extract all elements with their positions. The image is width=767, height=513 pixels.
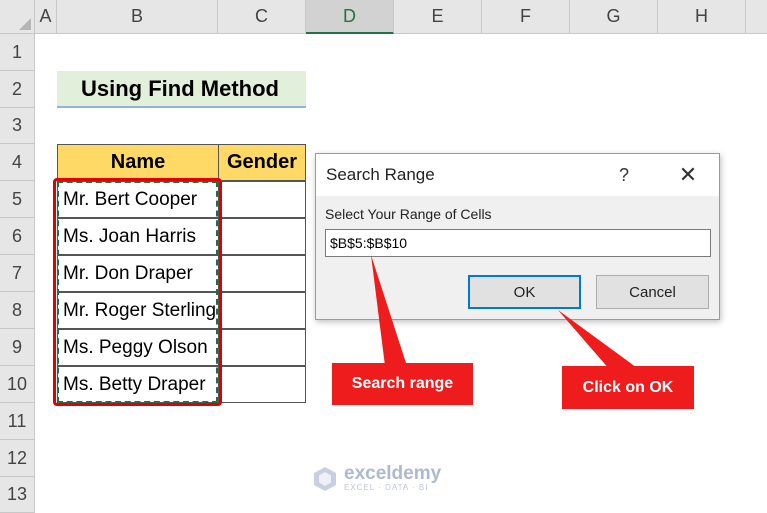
row-header-12[interactable]: 12 bbox=[0, 440, 35, 477]
row-header-5[interactable]: 5 bbox=[0, 181, 35, 218]
table-header-name[interactable]: Name bbox=[57, 144, 219, 181]
row-header-4[interactable]: 4 bbox=[0, 144, 35, 181]
gender-cell[interactable] bbox=[218, 255, 306, 292]
click-ok-callout: Click on OK bbox=[562, 366, 694, 409]
column-header-g[interactable]: G bbox=[570, 0, 658, 34]
column-header-h[interactable]: H bbox=[658, 0, 746, 34]
column-header-a[interactable]: A bbox=[35, 0, 57, 34]
table-header-gender[interactable]: Gender bbox=[218, 144, 306, 181]
row-header-1[interactable]: 1 bbox=[0, 34, 35, 71]
exceldemy-logo-icon bbox=[314, 466, 336, 491]
row-header-2[interactable]: 2 bbox=[0, 71, 35, 108]
row-header-11[interactable]: 11 bbox=[0, 403, 35, 440]
watermark-tagline: EXCEL · DATA · BI bbox=[344, 483, 429, 492]
column-header-d[interactable]: D bbox=[306, 0, 394, 34]
column-header-c[interactable]: C bbox=[218, 0, 306, 34]
column-header-e[interactable]: E bbox=[394, 0, 482, 34]
row-header-8[interactable]: 8 bbox=[0, 292, 35, 329]
row-header-3[interactable]: 3 bbox=[0, 108, 35, 144]
sheet-title-cell[interactable]: Using Find Method bbox=[57, 71, 306, 108]
exceldemy-watermark: exceldemy EXCEL · DATA · BI bbox=[312, 463, 442, 492]
help-icon[interactable]: ? bbox=[614, 154, 634, 196]
column-header-b[interactable]: B bbox=[57, 0, 218, 34]
gender-cell[interactable] bbox=[218, 181, 306, 218]
gender-cell[interactable] bbox=[218, 292, 306, 329]
gender-cell[interactable] bbox=[218, 329, 306, 366]
column-header-next bbox=[746, 0, 767, 34]
cancel-button[interactable]: Cancel bbox=[596, 275, 709, 309]
close-icon[interactable]: ✕ bbox=[676, 154, 700, 196]
row-header-9[interactable]: 9 bbox=[0, 329, 35, 366]
dialog-title: Search Range bbox=[326, 165, 435, 184]
row-header-6[interactable]: 6 bbox=[0, 218, 35, 255]
gender-cell[interactable] bbox=[218, 218, 306, 255]
dialog-prompt: Select Your Range of Cells bbox=[325, 206, 492, 222]
select-all-triangle bbox=[19, 18, 31, 30]
ok-button[interactable]: OK bbox=[468, 275, 581, 309]
range-input[interactable]: $B$5:$B$10 bbox=[325, 229, 711, 257]
watermark-name: exceldemy bbox=[344, 463, 442, 484]
select-all-corner[interactable] bbox=[0, 0, 35, 34]
search-range-dialog: Search Range ? ✕ Select Your Range of Ce… bbox=[315, 153, 720, 320]
search-range-callout: Search range bbox=[332, 363, 473, 405]
row-header-10[interactable]: 10 bbox=[0, 366, 35, 403]
gender-cell[interactable] bbox=[218, 366, 306, 403]
row-header-7[interactable]: 7 bbox=[0, 255, 35, 292]
row-header-13[interactable]: 13 bbox=[0, 477, 35, 513]
column-header-f[interactable]: F bbox=[482, 0, 570, 34]
range-highlight-box bbox=[53, 178, 222, 406]
